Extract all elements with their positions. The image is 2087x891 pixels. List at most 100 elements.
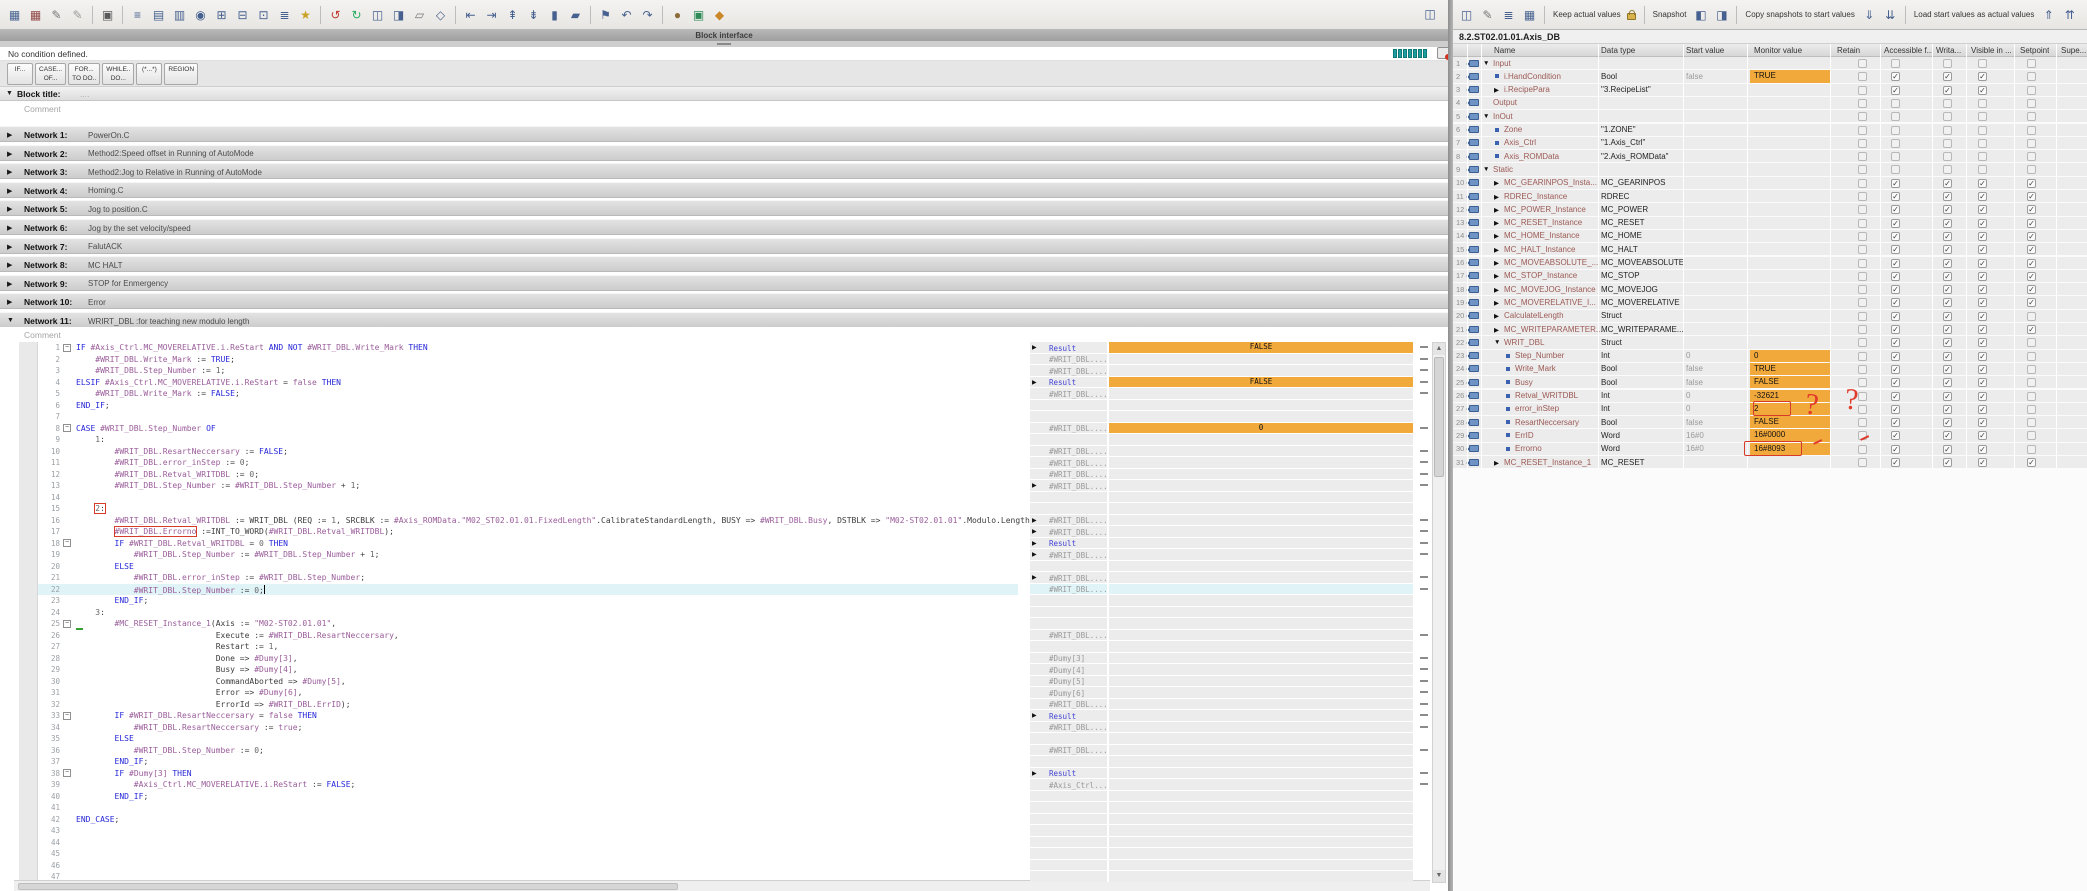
db-table-row[interactable]: 22▼WRIT_DBLStruct✓✓✓ <box>1453 336 2087 348</box>
block-comment-row[interactable]: Comment <box>0 101 1448 121</box>
data-type[interactable]: Int <box>1601 404 1610 413</box>
setpoint-checkbox[interactable]: ✓ <box>2027 179 2036 188</box>
data-type[interactable]: MC_POWER <box>1601 205 1648 214</box>
columns-icon[interactable]: ▥ <box>170 4 189 25</box>
db-table-row[interactable]: 7Axis_Ctrl"1.Axis_Ctrl" <box>1453 137 2087 149</box>
expand-triangle-icon[interactable]: ▶ <box>1494 326 1499 334</box>
accessible-checkbox[interactable]: ✓ <box>1891 298 1900 307</box>
visible-checkbox[interactable] <box>1978 126 1987 135</box>
monitor-value[interactable]: 0 <box>1107 423 1413 434</box>
add-row-icon[interactable]: ⇞ <box>503 4 522 25</box>
network-row[interactable]: ▶Network 10:Error <box>0 293 1448 309</box>
setpoint-checkbox[interactable]: ✓ <box>2027 298 2036 307</box>
retain-checkbox[interactable] <box>1858 112 1867 121</box>
writable-checkbox[interactable]: ✓ <box>1943 245 1952 254</box>
writable-checkbox[interactable]: ✓ <box>1943 232 1952 241</box>
db-table-row[interactable]: 2i.HandConditionBoolfalseTRUE✓✓✓ <box>1453 70 2087 82</box>
monitor-value[interactable] <box>1107 365 1413 376</box>
visible-checkbox[interactable]: ✓ <box>1978 325 1987 334</box>
snippet-button[interactable]: FOR...TO DO.. <box>68 63 100 85</box>
retain-checkbox[interactable] <box>1858 445 1867 454</box>
data-type[interactable]: MC_RESET <box>1601 218 1645 227</box>
visible-checkbox[interactable]: ✓ <box>1978 445 1987 454</box>
pause-icon[interactable]: ▮ <box>545 4 564 25</box>
accessible-checkbox[interactable]: ✓ <box>1891 445 1900 454</box>
setpoint-checkbox[interactable]: ✓ <box>2027 219 2036 228</box>
network-row[interactable]: ▶Network 5:Jog to position.C <box>0 200 1448 216</box>
start-value[interactable]: 16#0 <box>1686 431 1704 440</box>
expand-value-icon[interactable]: ▶ <box>1032 770 1037 777</box>
visible-checkbox[interactable]: ✓ <box>1978 365 1987 374</box>
monitor-value[interactable] <box>1107 457 1413 468</box>
monitor-value[interactable] <box>1107 630 1413 641</box>
db-table-row[interactable]: 23Step_NumberInt00✓✓✓ <box>1453 350 2087 362</box>
refresh-icon[interactable]: ◨ <box>389 4 408 25</box>
writable-checkbox[interactable] <box>1943 152 1952 161</box>
writable-checkbox[interactable]: ✓ <box>1943 458 1952 467</box>
visible-checkbox[interactable]: ✓ <box>1978 352 1987 361</box>
expand-triangle-icon[interactable]: ▶ <box>7 205 12 213</box>
data-type[interactable]: "3.RecipeList" <box>1601 85 1651 94</box>
setpoint-checkbox[interactable] <box>2027 352 2036 361</box>
db-table-row[interactable]: 16▶MC_MOVEABSOLUTE_...MC_MOVEABSOLUTE✓✓✓… <box>1453 257 2087 269</box>
visible-checkbox[interactable]: ✓ <box>1978 458 1987 467</box>
expand-triangle-icon[interactable]: ▶ <box>1494 179 1499 187</box>
expand-triangle-icon[interactable]: ▶ <box>1494 459 1499 467</box>
retain-checkbox[interactable] <box>1858 126 1867 135</box>
rotate-left-icon[interactable]: ↶ <box>617 4 636 25</box>
data-type[interactable]: Struct <box>1601 338 1622 347</box>
db-table-row[interactable]: 19▶MC_MOVERELATIVE_I...MC_MOVERELATIVE✓✓… <box>1453 296 2087 308</box>
accessible-checkbox[interactable]: ✓ <box>1891 405 1900 414</box>
data-type[interactable]: Bool <box>1601 378 1617 387</box>
visible-checkbox[interactable]: ✓ <box>1978 285 1987 294</box>
accessible-checkbox[interactable] <box>1891 99 1900 108</box>
retain-checkbox[interactable] <box>1858 285 1867 294</box>
expand-triangle-icon[interactable]: ▶ <box>1494 206 1499 214</box>
monitor-value[interactable] <box>1107 745 1413 756</box>
expand-triangle-icon[interactable]: ▶ <box>7 224 12 232</box>
column-header[interactable]: Accessible f... <box>1884 46 1933 55</box>
visible-checkbox[interactable] <box>1978 139 1987 148</box>
snippet-button[interactable]: REGION <box>164 63 198 85</box>
expand-triangle-icon[interactable]: ▶ <box>1494 86 1499 94</box>
data-type[interactable]: Bool <box>1601 72 1617 81</box>
retain-checkbox[interactable] <box>1858 312 1867 321</box>
db-table-row[interactable]: 15▶MC_HALT_InstanceMC_HALT✓✓✓✓ <box>1453 243 2087 255</box>
network-row[interactable]: ▶Network 7:FalutACK <box>0 238 1448 254</box>
setpoint-checkbox[interactable] <box>2027 152 2036 161</box>
visible-checkbox[interactable] <box>1978 165 1987 174</box>
expand-triangle-icon[interactable]: ▶ <box>7 280 12 288</box>
writable-checkbox[interactable]: ✓ <box>1943 418 1952 427</box>
monitor-value[interactable] <box>1107 768 1413 779</box>
monitor-value[interactable] <box>1107 549 1413 560</box>
collapse-triangle-icon[interactable]: ▼ <box>6 90 13 97</box>
go-to-error-next-icon[interactable]: ↻ <box>347 4 366 25</box>
data-type[interactable]: Int <box>1601 391 1610 400</box>
monitor-value[interactable] <box>1107 653 1413 664</box>
expand-value-icon[interactable]: ▶ <box>1032 551 1037 558</box>
visible-checkbox[interactable]: ✓ <box>1978 378 1987 387</box>
db-table-row[interactable]: 14▶MC_HOME_InstanceMC_HOME✓✓✓✓ <box>1453 230 2087 242</box>
data-type[interactable]: "2.Axis_ROMData" <box>1601 152 1668 161</box>
writable-checkbox[interactable] <box>1943 126 1952 135</box>
column-header[interactable]: Supe... <box>2061 46 2086 55</box>
accessible-checkbox[interactable] <box>1891 165 1900 174</box>
fold-marker-icon[interactable]: − <box>63 424 71 432</box>
network-row[interactable]: ▶Network 8:MC HALT <box>0 256 1448 272</box>
scroll-down-icon[interactable]: ▼ <box>1433 870 1445 882</box>
accessible-checkbox[interactable]: ✓ <box>1891 418 1900 427</box>
accessible-checkbox[interactable] <box>1891 139 1900 148</box>
setpoint-checkbox[interactable]: ✓ <box>2027 285 2036 294</box>
expand-all-icon[interactable]: ▦ <box>1520 4 1539 25</box>
db-table-row[interactable]: 13▶MC_RESET_InstanceMC_RESET✓✓✓✓ <box>1453 217 2087 229</box>
setpoint-checkbox[interactable] <box>2027 99 2036 108</box>
setpoint-checkbox[interactable] <box>2027 165 2036 174</box>
expand-value-icon[interactable]: ▶ <box>1032 517 1037 524</box>
setpoint-checkbox[interactable]: ✓ <box>2027 325 2036 334</box>
data-type[interactable]: MC_HOME <box>1601 231 1642 240</box>
retain-checkbox[interactable] <box>1858 392 1867 401</box>
network-row[interactable]: ▼Network 11:WRIRT_DBL :for teaching new … <box>0 312 1448 328</box>
add-row-after-icon[interactable]: ⇟ <box>524 4 543 25</box>
monitor-value[interactable] <box>1107 722 1413 733</box>
insert-row-icon[interactable]: ◫ <box>1457 4 1476 25</box>
